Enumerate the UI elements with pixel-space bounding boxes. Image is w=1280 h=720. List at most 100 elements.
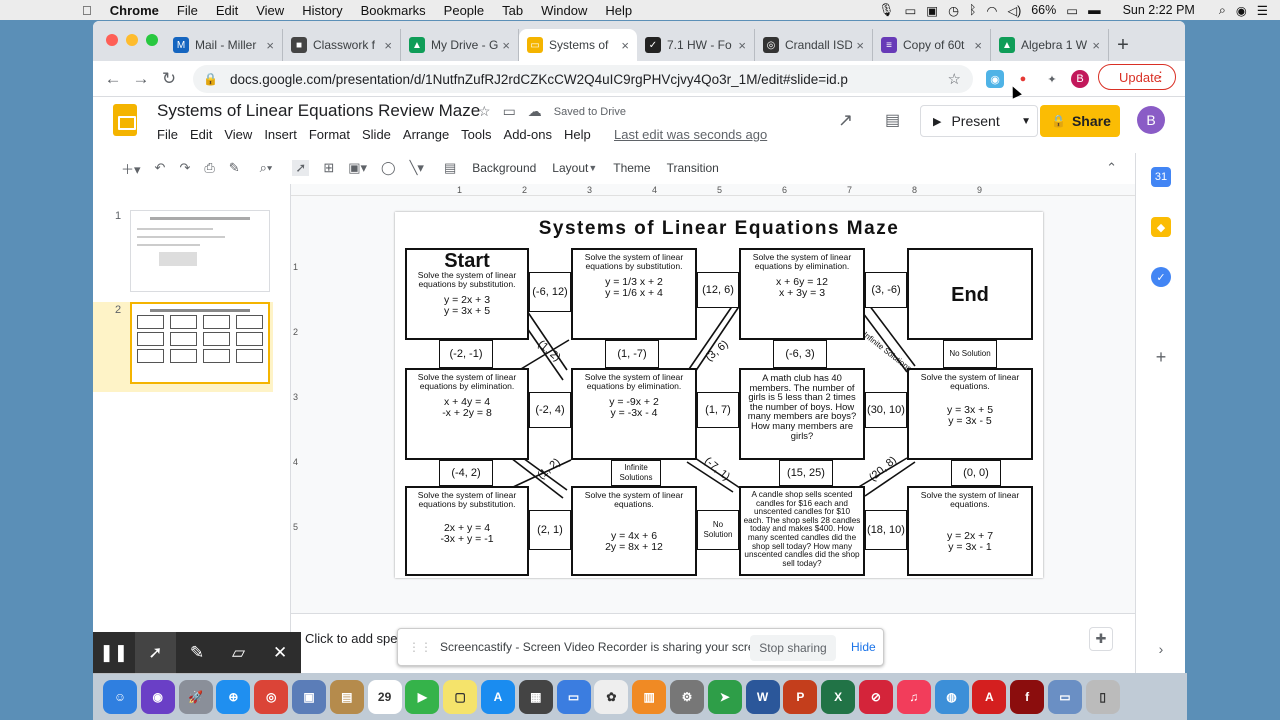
filmstrip-item-1[interactable]: 1 bbox=[93, 210, 273, 300]
airplay-icon[interactable]: ▭ bbox=[904, 3, 916, 18]
menu-app-name[interactable]: Chrome bbox=[110, 3, 159, 18]
dock-music-icon[interactable]: ♫ bbox=[896, 679, 931, 714]
vertical-ruler[interactable]: 1 2 3 4 5 bbox=[291, 196, 301, 613]
keep-addon-icon[interactable]: ◆ bbox=[1151, 217, 1171, 237]
menu-help[interactable]: Help bbox=[605, 3, 632, 18]
menu-people[interactable]: People bbox=[444, 3, 484, 18]
tab-2[interactable]: ■ Classwork f × bbox=[283, 29, 401, 61]
dock-keynote-icon[interactable]: ▭ bbox=[556, 679, 591, 714]
tab-5[interactable]: ✓ 7.1 HW - Fo × bbox=[637, 29, 755, 61]
tab-7[interactable]: ≡ Copy of 60t × bbox=[873, 29, 991, 61]
menu-edit[interactable]: Edit bbox=[216, 3, 238, 18]
slides-logo-icon[interactable] bbox=[113, 104, 137, 136]
menu-doc-view[interactable]: View bbox=[224, 127, 252, 142]
menu-tab[interactable]: Tab bbox=[502, 3, 523, 18]
star-icon[interactable]: ☆ bbox=[478, 103, 491, 120]
calendar-addon-icon[interactable]: 31 bbox=[1151, 167, 1171, 187]
zoom-window-icon[interactable] bbox=[146, 34, 158, 46]
bookmark-star-icon[interactable]: ☆ bbox=[948, 70, 961, 88]
new-tab-button[interactable]: + bbox=[1109, 29, 1137, 61]
wifi-icon[interactable]: ◠ bbox=[987, 3, 998, 18]
menu-file[interactable]: File bbox=[177, 3, 198, 18]
battery-icon[interactable]: ▭ bbox=[1066, 3, 1078, 18]
dock-photo-booth-icon[interactable]: ▦ bbox=[518, 679, 553, 714]
drag-handle-icon[interactable]: ⋮⋮ bbox=[408, 640, 432, 654]
dock-calendar-icon[interactable]: 29 bbox=[367, 679, 402, 714]
filmstrip-item-2[interactable]: 2 bbox=[93, 302, 273, 392]
clock[interactable]: Sun 2:22 PM bbox=[1123, 3, 1195, 17]
menu-window[interactable]: Window bbox=[541, 3, 587, 18]
background-button[interactable]: Background bbox=[472, 161, 536, 175]
dock-finder-icon[interactable]: ☺ bbox=[103, 679, 137, 714]
dock-safari-icon[interactable]: ⊕ bbox=[216, 679, 251, 714]
print-icon[interactable]: ⎙ bbox=[204, 160, 214, 176]
present-dropdown-icon[interactable]: ▼ bbox=[1021, 116, 1031, 127]
dock-id-card-icon[interactable]: ▭ bbox=[1047, 679, 1082, 714]
lock-icon[interactable]: 🔒 bbox=[203, 72, 218, 86]
dock-notes-app-icon[interactable]: ▤ bbox=[329, 679, 364, 714]
dock-powerpoint-icon[interactable]: P bbox=[783, 679, 818, 714]
move-folder-icon[interactable]: ▭ bbox=[503, 103, 516, 120]
close-tab-icon[interactable]: × bbox=[502, 38, 510, 53]
line-icon[interactable]: ╲▾ bbox=[410, 160, 424, 176]
hide-button[interactable]: Hide bbox=[851, 640, 876, 654]
profile-avatar-icon[interactable]: B bbox=[1071, 70, 1089, 88]
menu-doc-file[interactable]: File bbox=[157, 127, 178, 142]
siri-menu-icon[interactable]: ◉ bbox=[1236, 3, 1247, 18]
dock-flash-icon[interactable]: f bbox=[1010, 679, 1045, 714]
transition-button[interactable]: Transition bbox=[667, 161, 719, 175]
dock-photos-icon[interactable]: ✿ bbox=[594, 679, 629, 714]
update-button[interactable]: Update ⋮ bbox=[1098, 64, 1176, 90]
doc-title[interactable]: Systems of Linear Equations Review Maze bbox=[157, 101, 480, 121]
tasks-addon-icon[interactable]: ✓ bbox=[1151, 267, 1171, 287]
textbox-icon[interactable]: ⊞ bbox=[323, 160, 334, 176]
close-tab-icon[interactable]: × bbox=[974, 38, 982, 53]
menu-doc-insert[interactable]: Insert bbox=[264, 127, 297, 142]
zoom-icon[interactable]: ⌕▾ bbox=[260, 160, 273, 176]
tab-8[interactable]: ▲ Algebra 1 W × bbox=[991, 29, 1109, 61]
close-tab-icon[interactable]: × bbox=[621, 38, 629, 53]
menu-view[interactable]: View bbox=[256, 3, 284, 18]
menu-doc-addons[interactable]: Add-ons bbox=[504, 127, 552, 142]
screencastify-extension-icon[interactable]: ◉ bbox=[986, 70, 1004, 88]
back-icon[interactable]: ← bbox=[99, 69, 127, 89]
dock-maps-icon[interactable]: ➤ bbox=[707, 679, 742, 714]
new-slide-icon[interactable]: ＋▾ bbox=[121, 159, 141, 178]
dock-books-icon[interactable]: ▥ bbox=[632, 679, 667, 714]
menu-doc-edit[interactable]: Edit bbox=[190, 127, 212, 142]
control-center-icon[interactable]: ☰ bbox=[1257, 3, 1268, 18]
tab-6[interactable]: ◎ Crandall ISD × bbox=[755, 29, 873, 61]
pause-icon[interactable]: ❚❚ bbox=[93, 632, 135, 674]
flag-icon[interactable]: ▬ bbox=[1088, 3, 1101, 17]
dock-stickies-icon[interactable]: ▢ bbox=[443, 679, 478, 714]
close-tab-icon[interactable]: × bbox=[266, 38, 274, 53]
dock-chrome-icon[interactable]: ◎ bbox=[254, 679, 289, 714]
expand-panel-icon[interactable]: › bbox=[1151, 639, 1171, 659]
close-window-icon[interactable] bbox=[106, 34, 118, 46]
volume-icon[interactable]: ◁) bbox=[1007, 3, 1021, 18]
layout-dropdown-icon[interactable]: ▼ bbox=[588, 163, 597, 173]
share-button[interactable]: 🔒 Share bbox=[1040, 105, 1120, 137]
menu-doc-tools[interactable]: Tools bbox=[461, 127, 491, 142]
minimize-window-icon[interactable] bbox=[126, 34, 138, 46]
present-button[interactable]: ▶ Present ▼ bbox=[920, 105, 1038, 137]
cloud-saved-icon[interactable]: ☁ bbox=[528, 103, 542, 120]
dock-globe-icon[interactable]: ◍ bbox=[934, 679, 969, 714]
close-toolbar-icon[interactable]: ✕ bbox=[259, 632, 301, 674]
spotlight-icon[interactable]: ⌕ bbox=[1219, 3, 1226, 18]
activity-trend-icon[interactable]: ↗ bbox=[838, 110, 853, 131]
last-edit-link[interactable]: Last edit was seconds ago bbox=[614, 127, 767, 142]
slide-canvas[interactable]: Systems of Linear Equations Maze Start S… bbox=[395, 212, 1043, 578]
dock-acrobat-icon[interactable]: A bbox=[972, 679, 1007, 714]
menu-doc-help[interactable]: Help bbox=[564, 127, 591, 142]
comments-icon[interactable]: ▤ bbox=[885, 110, 900, 130]
shape-icon[interactable]: ◯ bbox=[381, 160, 396, 176]
screen-icon[interactable]: ▣ bbox=[926, 3, 938, 18]
layout-button[interactable]: Layout bbox=[552, 161, 588, 175]
menu-history[interactable]: History bbox=[302, 3, 342, 18]
paint-format-icon[interactable]: ✎ bbox=[229, 160, 240, 176]
dock-launchpad-icon[interactable]: 🚀 bbox=[178, 679, 213, 714]
select-cursor-icon[interactable]: ➚ bbox=[292, 160, 310, 176]
close-tab-icon[interactable]: × bbox=[856, 38, 864, 53]
dock-excel-icon[interactable]: X bbox=[821, 679, 856, 714]
